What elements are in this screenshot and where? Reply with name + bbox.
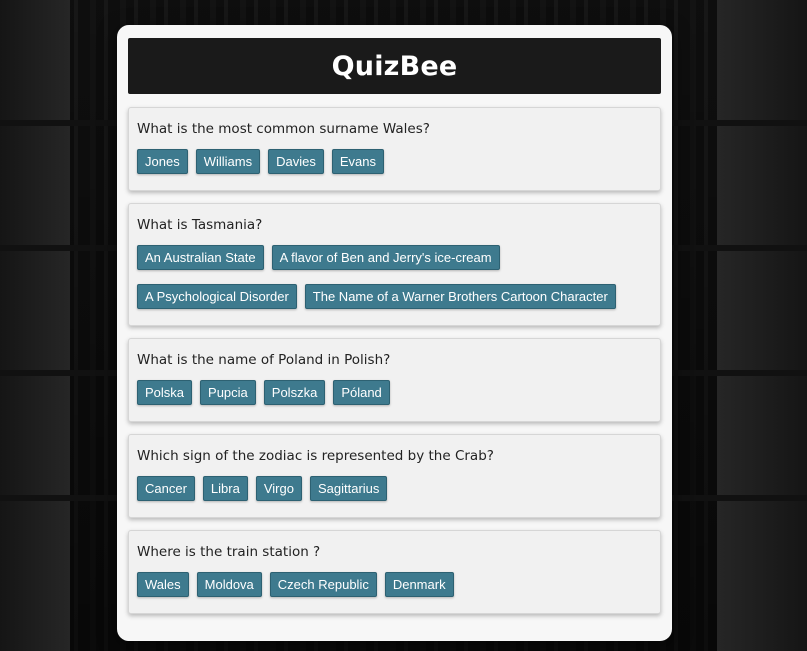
question-card: What is Tasmania? An Australian State A … (128, 203, 661, 326)
app-title: QuizBee (331, 50, 458, 82)
answer-button[interactable]: Williams (195, 149, 261, 174)
question-card: What is the name of Poland in Polish? Po… (128, 338, 661, 422)
answer-button[interactable]: Jones (137, 149, 188, 174)
answer-button[interactable]: Moldova (196, 572, 262, 597)
question-card: What is the most common surname Wales? J… (128, 107, 661, 191)
question-text: Where is the train station ? (137, 544, 321, 560)
question-text: What is the name of Poland in Polish? (137, 352, 391, 368)
answer-button[interactable]: Evans (331, 149, 384, 174)
answer-button[interactable]: Cancer (137, 476, 195, 501)
answer-list: Jones Williams Davies Evans (137, 149, 652, 190)
answer-button[interactable]: Póland (333, 380, 390, 405)
answer-button[interactable]: An Australian State (137, 245, 264, 270)
question-card: Where is the train station ? Wales Moldo… (128, 530, 661, 614)
answer-button[interactable]: Pupcia (200, 380, 256, 405)
answer-button[interactable]: Czech Republic (269, 572, 377, 597)
answer-button[interactable]: Polska (137, 380, 193, 405)
answer-button[interactable]: Sagittarius (309, 476, 388, 501)
answer-button[interactable]: A Psychological Disorder (137, 284, 297, 309)
background-pillar-left (0, 0, 70, 651)
question-text: What is Tasmania? (137, 217, 263, 233)
answer-button[interactable]: Wales (137, 572, 189, 597)
app-header: QuizBee (128, 38, 661, 94)
answer-button[interactable]: Denmark (384, 572, 454, 597)
answer-list: Polska Pupcia Polszka Póland (137, 380, 652, 421)
question-card: Which sign of the zodiac is represented … (128, 434, 661, 518)
answer-button[interactable]: A flavor of Ben and Jerry's ice-cream (271, 245, 500, 270)
background-pillar-right (717, 0, 807, 651)
answer-button[interactable]: Davies (268, 149, 324, 174)
answer-button[interactable]: Virgo (255, 476, 302, 501)
quiz-card: QuizBee What is the most common surname … (117, 25, 672, 641)
question-text: What is the most common surname Wales? (137, 121, 430, 137)
question-text: Which sign of the zodiac is represented … (137, 448, 494, 464)
answer-list: An Australian State A flavor of Ben and … (137, 245, 652, 325)
answer-list: Cancer Libra Virgo Sagittarius (137, 476, 652, 517)
answer-button[interactable]: Libra (202, 476, 248, 501)
answer-list: Wales Moldova Czech Republic Denmark (137, 572, 652, 613)
answer-button[interactable]: The Name of a Warner Brothers Cartoon Ch… (304, 284, 616, 309)
answer-button[interactable]: Polszka (263, 380, 326, 405)
